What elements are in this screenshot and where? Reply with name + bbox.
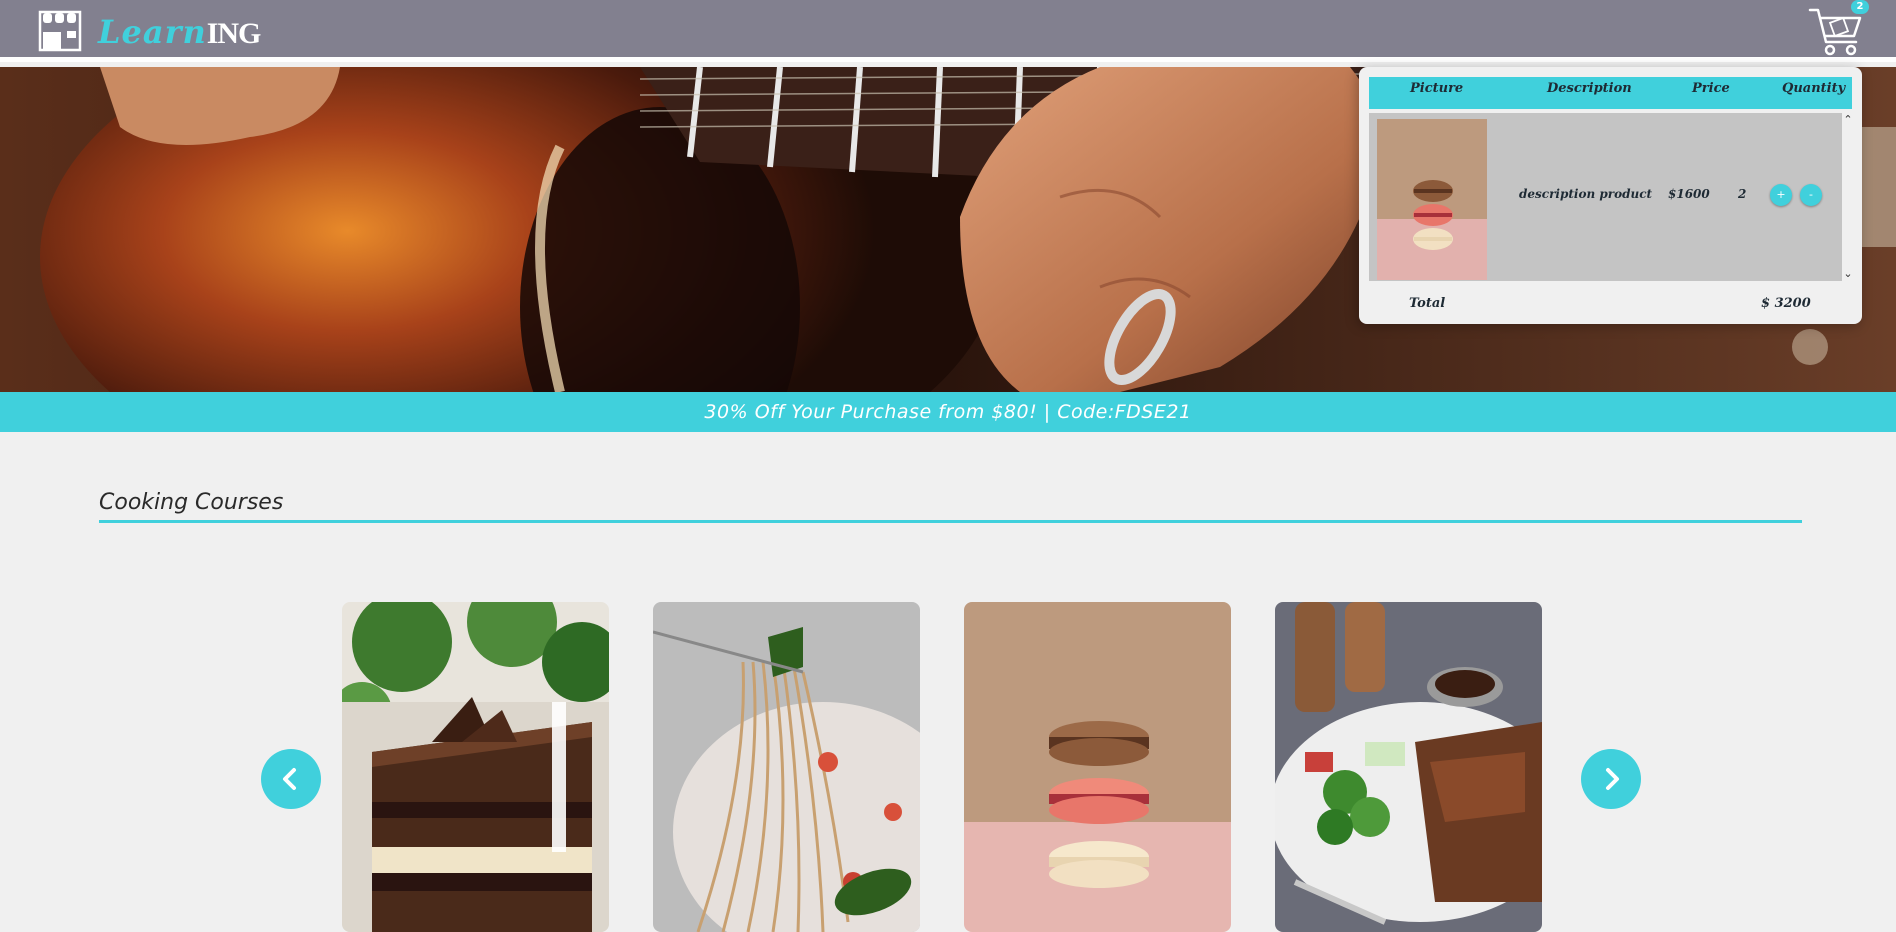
section-divider	[99, 520, 1802, 523]
cart-item-description: description product	[1519, 187, 1653, 201]
store-icon[interactable]	[38, 10, 82, 52]
col-picture: Picture	[1410, 81, 1464, 96]
steak-plate-image	[1275, 602, 1542, 932]
cart-item-price: $1600	[1668, 187, 1710, 201]
cart-row: description product $1600 2 + -	[1369, 113, 1842, 281]
cart-item-quantity: 2	[1738, 187, 1747, 201]
promo-banner: 30% Off Your Purchase from $80! | Code:F…	[0, 392, 1896, 432]
site-logo[interactable]: LearnING	[98, 12, 262, 54]
course-card-macarons[interactable]	[964, 602, 1231, 932]
chevron-left-icon	[283, 768, 296, 790]
col-description: Description	[1547, 81, 1632, 96]
cart-total-row: Total $ 3200	[1369, 293, 1852, 315]
cart-total-value: $ 3200	[1761, 296, 1811, 311]
chocolate-cake-image	[342, 602, 609, 932]
cart-total-label: Total	[1409, 296, 1446, 311]
course-card-chocolate-cake[interactable]	[342, 602, 609, 932]
logo-script-text: Learn	[98, 13, 207, 51]
logo-caps-text: ING	[206, 17, 262, 50]
promo-text: 30% Off Your Purchase from $80! | Code:F…	[704, 401, 1192, 423]
carousel-next-button[interactable]	[1581, 749, 1641, 809]
scroll-up-icon[interactable]: ⌃	[1842, 113, 1854, 127]
col-price: Price	[1692, 81, 1730, 96]
cart-dropdown: Picture Description Price Quantity descr…	[1359, 67, 1862, 324]
quantity-decrease-button[interactable]: -	[1800, 184, 1822, 206]
section-title: Cooking Courses	[99, 490, 284, 515]
carousel-prev-button[interactable]	[261, 749, 321, 809]
cart-table-header: Picture Description Price Quantity	[1369, 77, 1852, 109]
col-quantity: Quantity	[1782, 81, 1846, 96]
top-header: LearnING 2	[0, 0, 1896, 62]
chevron-right-icon	[1606, 768, 1619, 790]
course-card-steak-plate[interactable]	[1275, 602, 1542, 932]
quantity-increase-button[interactable]: +	[1770, 184, 1792, 206]
scroll-down-icon[interactable]: ⌄	[1842, 267, 1854, 281]
course-card-spaghetti[interactable]	[653, 602, 920, 932]
cart-count-badge: 2	[1851, 0, 1869, 14]
spaghetti-image	[653, 602, 920, 932]
macarons-image	[964, 602, 1231, 932]
cart-scrollbar[interactable]: ⌃ ⌄	[1842, 113, 1854, 281]
cart-item-image	[1377, 119, 1487, 280]
